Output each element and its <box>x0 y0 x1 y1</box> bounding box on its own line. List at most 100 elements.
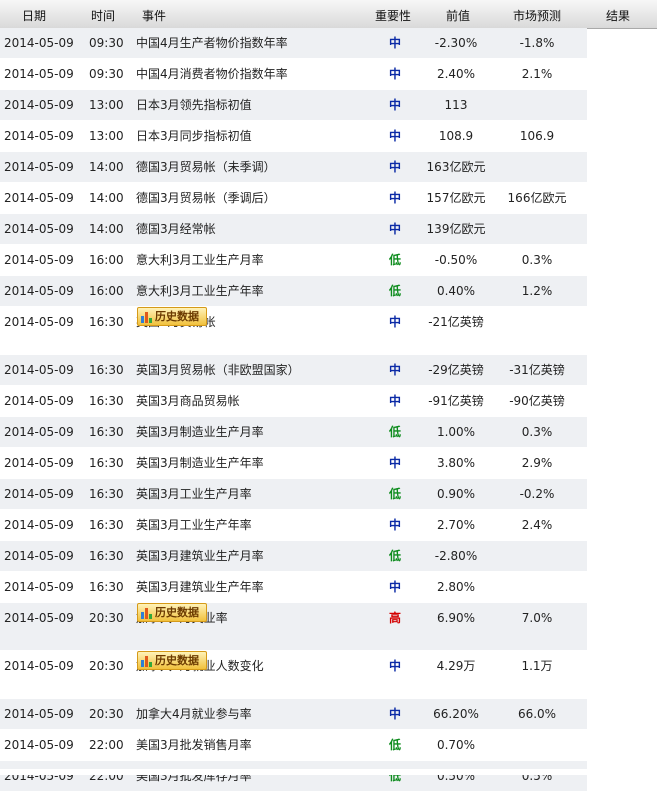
cell-importance: 中 <box>388 67 401 81</box>
header-forecast: 市场预测 <box>513 9 562 23</box>
header-importance: 重要性 <box>375 9 412 23</box>
cell-time: 16:30 <box>89 315 124 329</box>
cell-previous: 157亿欧元 <box>426 191 486 205</box>
cell-forecast: 7.0% <box>521 611 553 625</box>
cell-forecast: -1.8% <box>519 36 555 50</box>
cell-date: 2014-05-09 <box>4 363 74 377</box>
cell-time: 16:00 <box>89 284 124 298</box>
cell-time: 13:00 <box>89 98 124 112</box>
header-event: 事件 <box>142 9 167 23</box>
cell-previous: 139亿欧元 <box>426 222 486 236</box>
cell-forecast: 0.5% <box>521 769 553 783</box>
cell-previous: -29亿英镑 <box>428 363 484 377</box>
cell-importance: 中 <box>388 160 401 174</box>
cell-importance: 中 <box>388 707 401 721</box>
cell-time: 20:30 <box>89 659 124 673</box>
cell-date: 2014-05-09 <box>4 707 74 721</box>
cell-forecast: 106.9 <box>519 129 555 143</box>
cell-previous: 6.90% <box>436 611 476 625</box>
table-row: 2014-05-09 22:00 美国3月批发库存月率 低 0.50% 0.5% <box>0 761 587 792</box>
cell-event: 英国3月制造业生产月率 <box>136 425 264 439</box>
cell-event: 德国3月经常帐 <box>136 222 216 236</box>
cell-event: 加拿大4月就业参与率 <box>136 707 252 721</box>
cell-importance: 中 <box>388 315 401 329</box>
cell-date: 2014-05-09 <box>4 315 74 329</box>
cell-importance: 低 <box>388 284 401 298</box>
cell-event: 德国3月贸易帐（季调后） <box>136 191 276 205</box>
cell-previous: 108.9 <box>438 129 474 143</box>
cell-previous: 0.70% <box>436 738 476 752</box>
cell-forecast: 2.9% <box>521 456 553 470</box>
cell-event: 德国3月贸易帐（未季调） <box>136 160 276 174</box>
cell-forecast: -31亿英镑 <box>509 363 565 377</box>
cell-event: 英国3月建筑业生产月率 <box>136 549 264 563</box>
cell-importance: 中 <box>388 191 401 205</box>
cell-previous: 0.50% <box>436 769 476 783</box>
cell-importance: 低 <box>388 549 401 563</box>
cell-date: 2014-05-09 <box>4 549 74 563</box>
cell-importance: 低 <box>388 738 401 752</box>
cell-time: 16:30 <box>89 518 124 532</box>
header-date: 日期 <box>22 9 47 23</box>
cell-event: 美国3月批发销售月率 <box>136 738 252 752</box>
cell-previous: -2.30% <box>434 36 478 50</box>
cell-date: 2014-05-09 <box>4 67 74 81</box>
table-row: 2014-05-09 14:00 德国3月贸易帐（季调后） 中 157亿欧元 166亿欧元 <box>0 183 587 214</box>
cell-importance: 中 <box>388 580 401 594</box>
table-row: 2014-05-09 22:00 美国3月批发销售月率 低 0.70% <box>0 730 587 761</box>
cell-date: 2014-05-09 <box>4 456 74 470</box>
cell-time: 16:30 <box>89 580 124 594</box>
cell-date: 2014-05-09 <box>4 425 74 439</box>
cell-previous: -21亿英镑 <box>428 315 484 329</box>
cell-previous: 4.29万 <box>436 659 476 673</box>
cell-time: 13:00 <box>89 129 124 143</box>
cell-forecast: 2.4% <box>521 518 553 532</box>
cell-previous: -2.80% <box>434 549 478 563</box>
cell-forecast: -0.2% <box>519 487 555 501</box>
cell-date: 2014-05-09 <box>4 611 74 625</box>
table-row: 2014-05-09 14:00 德国3月贸易帐（未季调） 中 163亿欧元 <box>0 152 587 183</box>
cell-previous: 163亿欧元 <box>426 160 486 174</box>
cell-time: 16:30 <box>89 549 124 563</box>
cell-previous: 2.70% <box>436 518 476 532</box>
table-row: 2014-05-09 16:30 英国3月制造业生产月率 低 1.00% 0.3% <box>0 417 587 448</box>
cell-time: 22:00 <box>89 738 124 752</box>
cell-date: 2014-05-09 <box>4 284 74 298</box>
bar-chart-icon <box>141 311 153 323</box>
cell-date: 2014-05-09 <box>4 129 74 143</box>
cell-date: 2014-05-09 <box>4 253 74 267</box>
history-data-button[interactable]: 历史数据 <box>137 307 207 326</box>
table-row: 2014-05-09 16:30 英国3月贸易帐（非欧盟国家） 中 -29亿英镑 -31亿… <box>0 355 587 386</box>
table-row: 2014-05-09 16:30 英国3月商品贸易帐 中 -91亿英镑 -90亿英镑 <box>0 386 587 417</box>
cell-previous: 2.80% <box>436 580 476 594</box>
cell-date: 2014-05-09 <box>4 191 74 205</box>
table-header: 日期 时间 事件 重要性 前值 市场预测 结果 <box>0 0 657 29</box>
cell-date: 2014-05-09 <box>4 580 74 594</box>
table-row: 2014-05-09 16:30 英国3月建筑业生产月率 低 -2.80% <box>0 541 587 572</box>
cell-previous: 1.00% <box>436 425 476 439</box>
cell-time: 16:30 <box>89 456 124 470</box>
cell-previous: 0.90% <box>436 487 476 501</box>
cell-event: 意大利3月工业生产年率 <box>136 284 264 298</box>
cell-previous: 113 <box>444 98 468 112</box>
cell-previous: 2.40% <box>436 67 476 81</box>
table-row: 2014-05-09 16:00 意大利3月工业生产月率 低 -0.50% 0.3% <box>0 245 587 276</box>
history-data-label: 历史数据 <box>155 606 199 619</box>
history-data-button[interactable]: 历史数据 <box>137 651 207 670</box>
cell-importance: 低 <box>388 769 401 783</box>
table-row: 2014-05-09 20:30 加拿大4月就业参与率 中 66.20% 66.0% <box>0 699 587 730</box>
calendar-table: 2014-05-09 09:30 中国4月生产者物价指数年率中 -2.30% -1.8%… <box>0 28 587 792</box>
cell-previous: 66.20% <box>433 707 479 721</box>
table-row: 2014-05-09 13:00 日本3月领先指标初值 中 113 <box>0 90 587 121</box>
cell-event: 英国3月制造业生产年率 <box>136 456 264 470</box>
cell-time: 14:00 <box>89 222 124 236</box>
cell-forecast: 2.1% <box>521 67 553 81</box>
cell-forecast: 0.3% <box>521 253 553 267</box>
history-data-button[interactable]: 历史数据 <box>137 603 207 622</box>
cell-time: 09:30 <box>89 67 124 81</box>
cell-importance: 低 <box>388 487 401 501</box>
cell-date: 2014-05-09 <box>4 160 74 174</box>
cell-time: 20:30 <box>89 611 124 625</box>
cell-importance: 中 <box>388 98 401 112</box>
cell-time: 22:00 <box>89 769 124 783</box>
